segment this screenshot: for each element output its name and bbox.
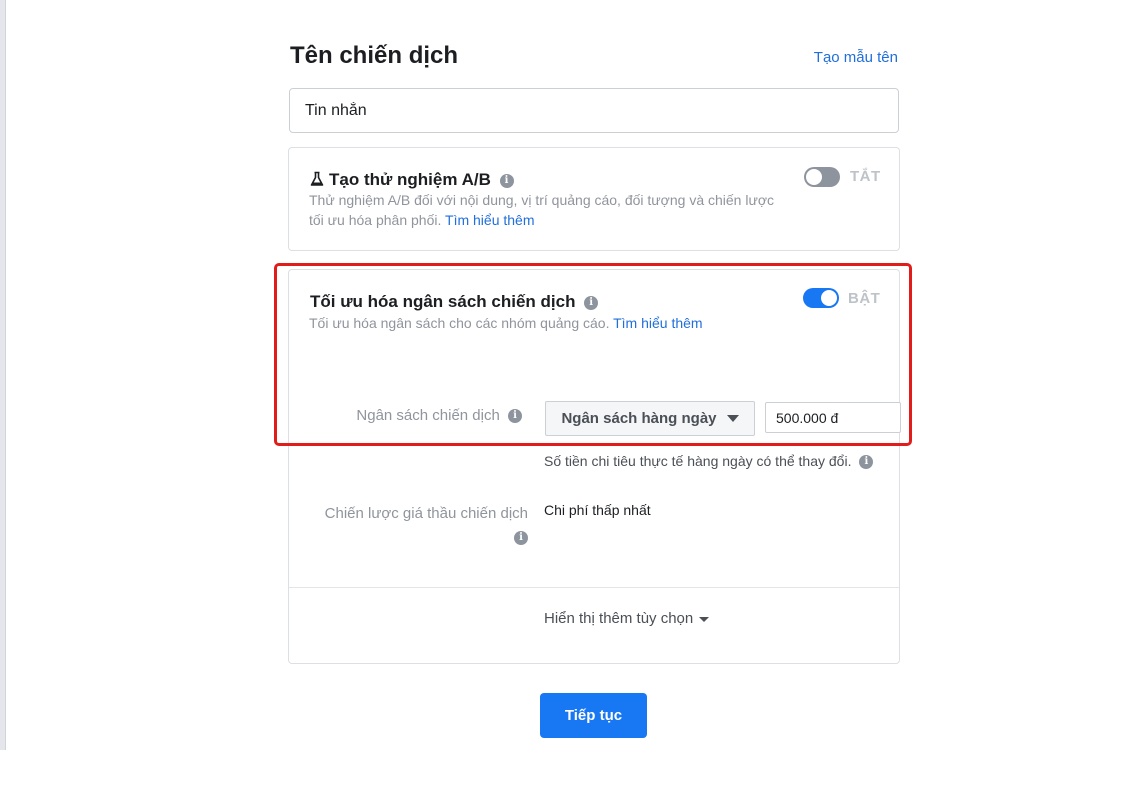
caret-down-icon	[726, 415, 739, 422]
flask-icon	[310, 171, 324, 186]
budget-type-dropdown[interactable]: Ngân sách hàng ngày	[545, 401, 755, 436]
budget-amount-input[interactable]	[765, 402, 901, 433]
campaign-name-input[interactable]	[289, 88, 899, 133]
info-icon[interactable]: i	[499, 173, 514, 188]
ab-test-description: Thử nghiệm A/B đối với nội dung, vị trí …	[309, 192, 775, 228]
continue-button[interactable]: Tiếp tục	[540, 693, 647, 738]
toggle-knob	[806, 169, 822, 185]
budget-note: Số tiền chi tiêu thực tế hàng ngày có th…	[544, 453, 852, 469]
budget-optimization-heading: Tối ưu hóa ngân sách chiến dịch i	[310, 292, 599, 312]
info-icon[interactable]: i	[514, 531, 528, 546]
ab-test-heading: Tạo thử nghiệm A/B i	[309, 170, 514, 190]
info-icon[interactable]: i	[584, 295, 599, 310]
budget-note-row: Số tiền chi tiêu thực tế hàng ngày có th…	[544, 453, 874, 470]
campaign-name-title: Tên chiến dịch	[290, 42, 459, 69]
bid-strategy-value: Chi phí thấp nhất	[544, 502, 651, 518]
info-icon[interactable]: i	[859, 455, 874, 470]
bid-strategy-label: Chiến lược giá thầu chiến dịch	[324, 505, 528, 522]
show-more-options-label: Hiển thị thêm tùy chọn	[544, 610, 694, 627]
ab-test-toggle-label: TẮT	[850, 168, 881, 185]
budget-type-value: Ngân sách hàng ngày	[561, 410, 717, 427]
budget-optimization-title: Tối ưu hóa ngân sách chiến dịch	[310, 292, 576, 311]
ab-test-toggle[interactable]	[804, 167, 840, 187]
create-name-template-link[interactable]: Tạo mẫu tên	[814, 49, 898, 66]
budget-optimization-card: Tối ưu hóa ngân sách chiến dịch i Tối ưu…	[288, 269, 901, 664]
ab-test-title: Tạo thử nghiệm A/B	[329, 170, 491, 189]
info-icon[interactable]: i	[508, 409, 522, 424]
ab-test-description-block: Thử nghiệm A/B đối với nội dung, vị trí …	[309, 190, 789, 230]
budget-optimization-toggle-label: BẬT	[848, 290, 881, 307]
ab-test-card: Tạo thử nghiệm A/B i Thử nghiệm A/B đối …	[288, 147, 900, 251]
show-more-options-link[interactable]: Hiển thị thêm tùy chọn	[544, 610, 710, 627]
bid-strategy-label-row: Chiến lược giá thầu chiến dịch i	[298, 502, 528, 550]
caret-down-icon	[699, 617, 710, 622]
campaign-budget-label: Ngân sách chiến dịch	[356, 407, 500, 424]
card-divider	[289, 587, 899, 588]
budget-optimization-description: Tối ưu hóa ngân sách cho các nhóm quảng …	[309, 315, 610, 331]
budget-optimization-toggle[interactable]	[803, 288, 839, 308]
toggle-knob	[821, 290, 837, 306]
budget-optimization-description-block: Tối ưu hóa ngân sách cho các nhóm quảng …	[309, 313, 809, 333]
ab-test-learn-more-link[interactable]: Tìm hiểu thêm	[445, 212, 534, 228]
left-edge-divider	[0, 0, 6, 750]
budget-optimization-learn-more-link[interactable]: Tìm hiểu thêm	[613, 315, 702, 331]
campaign-budget-label-row: Ngân sách chiến dịch i	[356, 407, 522, 424]
